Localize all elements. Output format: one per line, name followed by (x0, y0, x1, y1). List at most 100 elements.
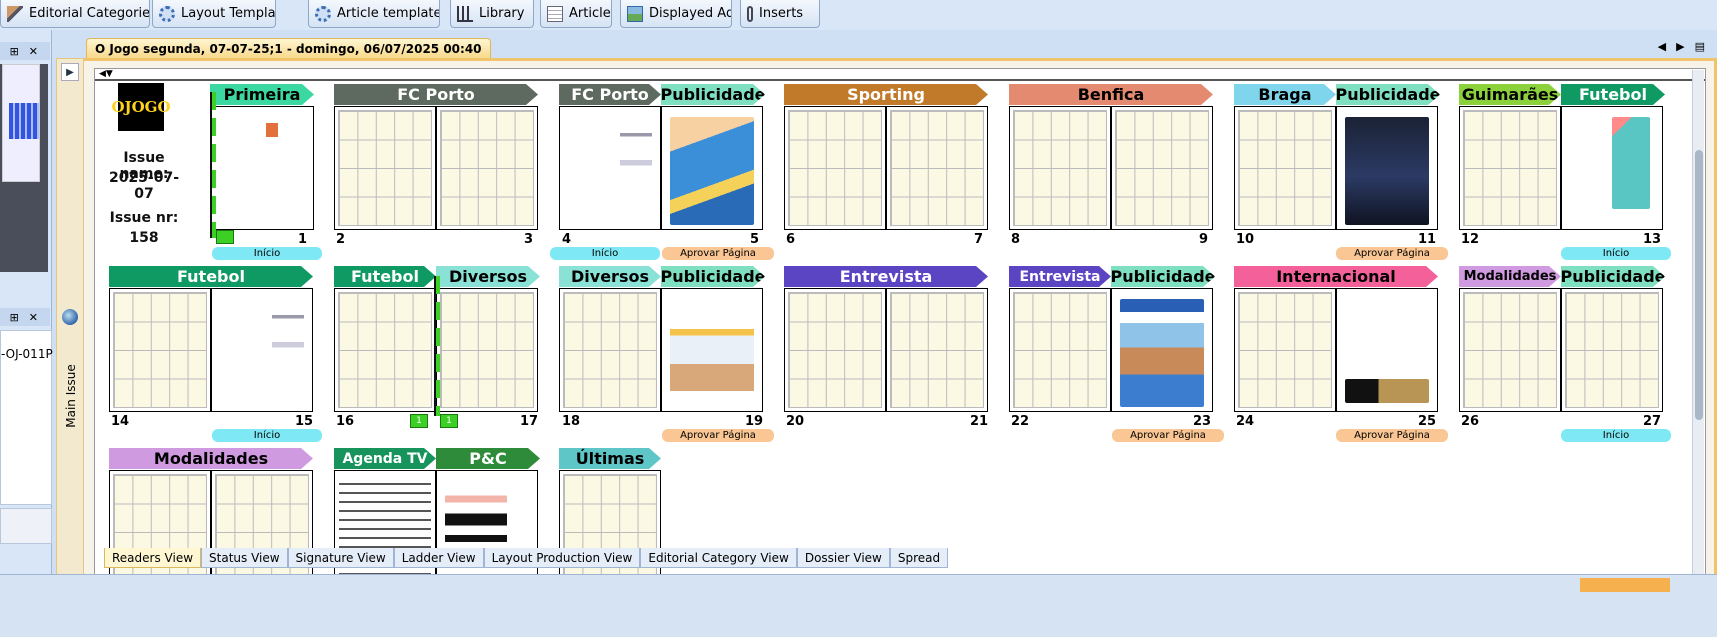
collapse-bar[interactable]: ◀▼ (95, 69, 1705, 81)
page-8[interactable] (1009, 106, 1111, 230)
signature-marker[interactable] (210, 92, 216, 238)
page-4[interactable] (559, 106, 661, 230)
signature-flag[interactable] (216, 230, 234, 244)
tab-ladder-view[interactable]: Ladder View (393, 548, 484, 568)
status-badge[interactable]: Aprovar Página (662, 429, 774, 442)
page-23[interactable] (1111, 288, 1213, 412)
section-banner-modalidades[interactable]: Modalidades (109, 448, 313, 469)
collapse-icon[interactable]: ◀▼ (99, 69, 113, 79)
globe-icon[interactable] (62, 309, 78, 325)
section-banner-primeira[interactable]: Primeira (210, 84, 314, 105)
signature-marker[interactable] (434, 276, 440, 416)
expand-arrow-icon[interactable]: ▶ (61, 63, 79, 81)
page-20[interactable] (784, 288, 886, 412)
status-badge[interactable]: Aprovar Página (1336, 429, 1448, 442)
close-icon[interactable]: ✕ (29, 311, 38, 324)
page-24[interactable] (1234, 288, 1336, 412)
prev-tab-icon[interactable]: ◀ (1658, 40, 1666, 53)
section-banner-fc-porto[interactable]: FC Porto (334, 84, 538, 105)
page-11[interactable] (1336, 106, 1438, 230)
page-21[interactable] (886, 288, 988, 412)
page-18[interactable] (559, 288, 661, 412)
list-item[interactable]: -OJ-011P (1, 347, 53, 361)
section-banner-p-and-c[interactable]: P&C (436, 448, 540, 469)
vertical-scrollbar[interactable] (1692, 70, 1704, 590)
page-15[interactable] (211, 288, 313, 412)
page-2[interactable] (334, 106, 436, 230)
tab-inserts[interactable]: Inserts (740, 0, 820, 28)
section-banner-agenda-tv[interactable]: Agenda TV (334, 448, 436, 469)
page-27[interactable] (1561, 288, 1663, 412)
tab-layout-production-view[interactable]: Layout Production View (483, 548, 641, 568)
page-5[interactable] (661, 106, 763, 230)
page-6[interactable] (784, 106, 886, 230)
scroll-thumb[interactable] (1695, 150, 1703, 420)
tab-readers-view[interactable]: Readers View (104, 548, 202, 568)
status-badge[interactable]: Aprovar Página (1336, 247, 1448, 260)
section-banner-fc-porto[interactable]: FC Porto (559, 84, 661, 105)
page-3[interactable] (436, 106, 538, 230)
section-banner-publicidade[interactable]: Publicidade (1561, 266, 1665, 287)
section-banner-braga[interactable]: Braga (1234, 84, 1336, 105)
page-25[interactable] (1336, 288, 1438, 412)
section-banner-publicidade[interactable]: Publicidade (661, 84, 765, 105)
section-banner-diversos[interactable]: Diversos (559, 266, 661, 287)
page-13[interactable] (1561, 106, 1663, 230)
signature-flag[interactable]: 1 (410, 414, 428, 428)
page-22[interactable] (1009, 288, 1111, 412)
section-banner-diversos[interactable]: Diversos (436, 266, 540, 287)
section-banner-entrevista[interactable]: Entrevista (1009, 266, 1111, 287)
page-1[interactable] (210, 106, 314, 230)
pin-icon[interactable]: ⊞ (10, 45, 19, 58)
next-tab-icon[interactable]: ▶ (1676, 40, 1684, 53)
page-12[interactable] (1459, 106, 1561, 230)
pin-icon[interactable]: ⊞ (10, 311, 19, 324)
gear-icon (315, 5, 331, 22)
tab-editorial-categories[interactable]: Editorial Categories (0, 0, 150, 28)
status-badge[interactable]: Aprovar Página (662, 247, 774, 260)
tab-displayed-ads[interactable]: Displayed Ads (620, 0, 732, 28)
close-icon[interactable]: ✕ (29, 45, 38, 58)
section-banner-modalidades[interactable]: Modalidades (1459, 266, 1561, 287)
tab-article-templates[interactable]: Article templates (308, 0, 440, 28)
page-19[interactable] (661, 288, 763, 412)
section-banner-publicidade[interactable]: Publicidade (661, 266, 765, 287)
section-banner-internacional[interactable]: Internacional (1234, 266, 1438, 287)
tab-editorial-category-view[interactable]: Editorial Category View (640, 548, 797, 568)
tab-dossier-view[interactable]: Dossier View (796, 548, 890, 568)
tab-article[interactable]: Article (540, 0, 612, 28)
section-banner-entrevista[interactable]: Entrevista (784, 266, 988, 287)
section-banner-ultimas[interactable]: Últimas (559, 448, 661, 469)
tab-library[interactable]: Library (450, 0, 534, 28)
section-banner-guimaraes[interactable]: Guimarães (1459, 84, 1561, 105)
page-7[interactable] (886, 106, 988, 230)
status-badge[interactable]: Início (212, 429, 322, 442)
status-badge[interactable]: Início (1561, 247, 1671, 260)
tab-spread[interactable]: Spread (889, 548, 949, 568)
tab-layout-templates[interactable]: Layout Templates (152, 0, 276, 28)
page-26[interactable] (1459, 288, 1561, 412)
tab-signature-view[interactable]: Signature View (287, 548, 394, 568)
section-banner-futebol[interactable]: Futebol (1561, 84, 1665, 105)
page-14[interactable] (109, 288, 211, 412)
page-10[interactable] (1234, 106, 1336, 230)
section-banner-sporting[interactable]: Sporting (784, 84, 988, 105)
section-banner-futebol[interactable]: Futebol (334, 266, 436, 287)
status-badge[interactable]: Início (1561, 429, 1671, 442)
tab-issue[interactable]: O Jogo segunda, 07-07-25;1 - domingo, 06… (86, 38, 491, 58)
page-preview-thumbnail[interactable] (0, 64, 48, 272)
section-banner-publicidade[interactable]: Publicidade (1111, 266, 1215, 287)
page-16[interactable] (334, 288, 436, 412)
tab-status-view[interactable]: Status View (201, 548, 288, 568)
status-badge[interactable]: Início (212, 247, 322, 260)
status-badge[interactable]: Início (550, 247, 660, 260)
page-9[interactable] (1111, 106, 1213, 230)
section-banner-publicidade[interactable]: Publicidade (1336, 84, 1440, 105)
tab-menu-icon[interactable]: ▤ (1695, 40, 1705, 53)
signature-flag[interactable]: 1 (440, 414, 458, 428)
status-badge[interactable]: Aprovar Página (1112, 429, 1224, 442)
page-17[interactable] (436, 288, 538, 412)
page-number: 17 (520, 414, 539, 429)
section-banner-futebol[interactable]: Futebol (109, 266, 313, 287)
section-banner-benfica[interactable]: Benfica (1009, 84, 1213, 105)
